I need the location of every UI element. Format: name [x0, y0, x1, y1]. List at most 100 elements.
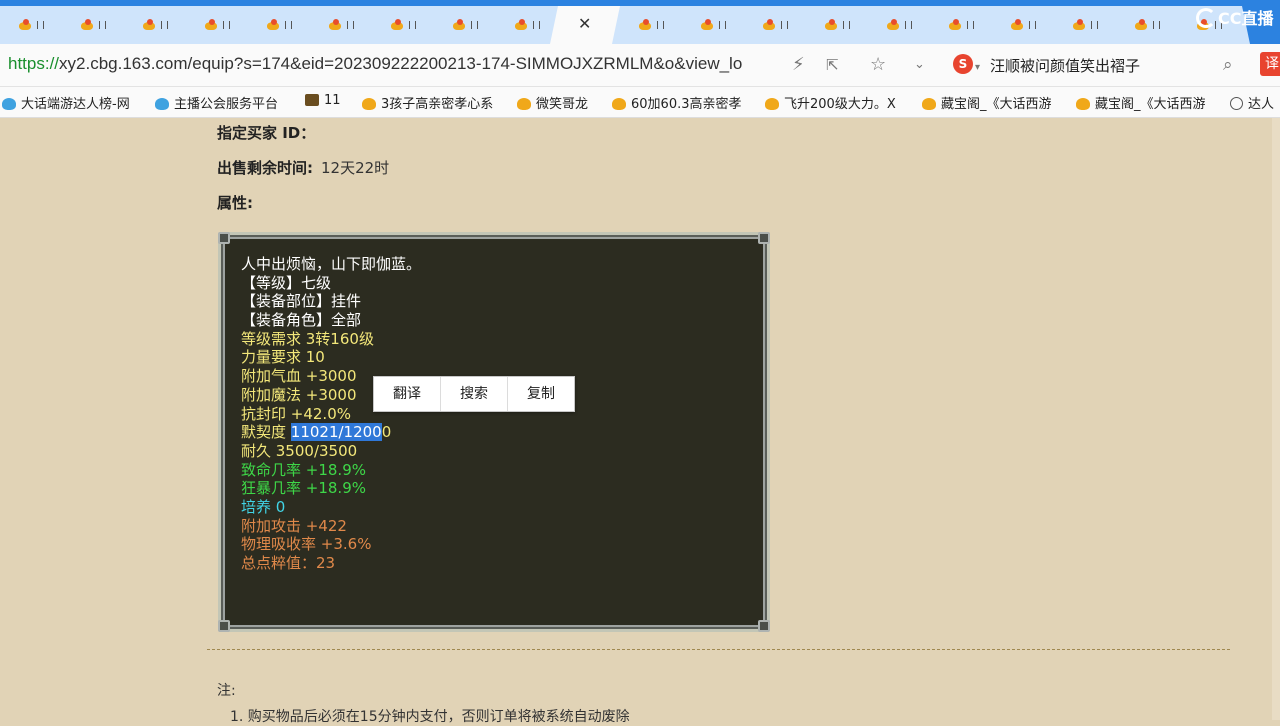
- note-item: 1. 购买物品后必须在15分钟内支付，否则订单将被系统自动废除: [230, 709, 630, 725]
- bookmark-item[interactable]: 11: [305, 93, 341, 108]
- remaining-time-value: 12天22时: [321, 159, 390, 177]
- attribute-line: 附加攻击 +422: [241, 516, 347, 535]
- selected-text[interactable]: 11021/1200: [290, 423, 382, 442]
- attribute-line: 致命几率 +18.9%: [241, 460, 366, 479]
- tab-mute-icon: [843, 21, 850, 29]
- search-engine-icon[interactable]: S: [953, 54, 973, 74]
- bookmark-label: 飞升200级大力。X: [784, 97, 896, 112]
- attribute-line: 等级需求 3转160级: [241, 329, 374, 348]
- copy-menu-item[interactable]: 复制: [508, 377, 574, 411]
- panel-corner: [218, 232, 230, 244]
- tab-mute-icon: [1029, 21, 1036, 29]
- chevron-down-icon[interactable]: ⌄: [914, 55, 925, 75]
- tab-mute-icon: [1091, 21, 1098, 29]
- game-character-icon: [701, 19, 717, 31]
- game-character-icon: [391, 19, 407, 31]
- close-tab-icon[interactable]: ✕: [578, 16, 591, 32]
- game-character-icon: [949, 19, 965, 31]
- translate-button[interactable]: 译: [1260, 52, 1280, 76]
- tab-mute-icon: [719, 21, 726, 29]
- tab-mute-icon: [905, 21, 912, 29]
- lightning-icon[interactable]: ⚡: [792, 55, 805, 75]
- bookmark-item[interactable]: 60加60.3高亲密孝: [612, 93, 742, 112]
- buyer-id-row: 指定买家 ID：: [217, 122, 315, 143]
- tab-mute-icon: [99, 21, 106, 29]
- bookmark-favicon: [305, 94, 319, 106]
- cc-live-logo: CC直播: [1190, 0, 1280, 38]
- share-icon[interactable]: ⇱: [826, 55, 839, 75]
- game-character-icon: [1011, 19, 1027, 31]
- search-icon[interactable]: ⌕: [1223, 55, 1233, 75]
- address-bar: https://xy2.cbg.163.com/equip?s=174&eid=…: [0, 44, 1280, 87]
- game-character-icon: [205, 19, 221, 31]
- remaining-time-row: 出售剩余时间: 12天22时: [217, 157, 389, 178]
- bookmark-label: 11: [324, 93, 341, 108]
- tab-mute-icon: [471, 21, 478, 29]
- bookmark-label: 藏宝阁_《大话西游: [1095, 97, 1206, 112]
- tab-mute-icon: [409, 21, 416, 29]
- attribute-line: 耐久 3500/3500: [241, 441, 358, 460]
- bookmark-favicon: [362, 98, 376, 110]
- selection-context-menu: 翻译 搜索 复制: [373, 376, 575, 412]
- engine-dropdown-icon[interactable]: ▾: [975, 58, 980, 78]
- attribute-line: 【装备部位】挂件: [241, 292, 362, 311]
- bookmark-item[interactable]: 藏宝阁_《大话西游: [922, 93, 1052, 112]
- bookmark-label: 3孩子高亲密孝心系: [381, 97, 494, 112]
- bookmark-label: 微笑哥龙: [536, 97, 589, 112]
- game-character-icon: [639, 19, 655, 31]
- attributes-row: 属性:: [217, 192, 253, 213]
- game-character-icon: [329, 19, 345, 31]
- game-character-icon: [143, 19, 159, 31]
- attribute-line: 狂暴几率 +18.9%: [241, 479, 366, 498]
- url-field[interactable]: https://xy2.cbg.163.com/equip?s=174&eid=…: [8, 54, 742, 74]
- bookmark-label: 达人: [1248, 97, 1275, 112]
- panel-corner: [758, 620, 770, 632]
- attribute-list: 人中出烦恼，山下即伽蓝。 【等级】七级 【装备部位】挂件 【装备角色】全部 等级需求 3…: [241, 255, 421, 573]
- bookmark-favicon: [765, 98, 779, 110]
- bookmarks-bar: 大话端游达人榜-网 主播公会服务平台 11 3孩子高亲密孝心系 微笑哥龙 60加60.3高…: [0, 87, 1280, 118]
- scrollbar[interactable]: [1272, 118, 1280, 720]
- bookmark-favicon: [922, 98, 936, 110]
- game-character-icon: [763, 19, 779, 31]
- attributes-label: 属性:: [217, 194, 253, 212]
- url-path: xy2.cbg.163.com/equip?s=174&eid=20230922…: [59, 54, 743, 73]
- bookmark-item[interactable]: 达人: [1230, 93, 1274, 112]
- translate-menu-item[interactable]: 翻译: [374, 377, 440, 411]
- star-bookmark-icon[interactable]: ☆: [870, 55, 886, 75]
- attribute-line: 培养 0: [241, 497, 286, 516]
- bookmark-favicon: [2, 98, 16, 110]
- tab-mute-icon: [1153, 21, 1160, 29]
- tab-mute-icon: [161, 21, 168, 29]
- game-character-icon: [825, 19, 841, 31]
- bookmark-item[interactable]: 3孩子高亲密孝心系: [362, 93, 493, 112]
- remaining-time-label: 出售剩余时间:: [217, 159, 313, 177]
- bookmark-label: 主播公会服务平台: [174, 97, 279, 112]
- tab-mute-icon: [285, 21, 292, 29]
- bookmark-item[interactable]: 大话端游达人榜-网: [2, 93, 130, 112]
- browser-tab-strip: ✕ CC直播: [0, 0, 1280, 44]
- bookmark-favicon: [1076, 98, 1090, 110]
- attribute-line: 【装备角色】全部: [241, 311, 362, 330]
- bookmark-favicon: [517, 98, 531, 110]
- section-divider: [207, 649, 1230, 650]
- tab-mute-icon: [347, 21, 354, 29]
- attribute-line: 力量要求 10: [241, 348, 325, 367]
- tab-mute-icon: [967, 21, 974, 29]
- bookmark-item[interactable]: 藏宝阁_《大话西游: [1076, 93, 1206, 112]
- notes-title: 注:: [217, 683, 236, 699]
- bookmark-item[interactable]: 微笑哥龙: [517, 93, 588, 112]
- attribute-line: 默契度 11021/12000: [241, 423, 421, 442]
- game-character-icon: [1135, 19, 1151, 31]
- attribute-text: 0: [381, 423, 392, 442]
- panel-corner: [758, 232, 770, 244]
- bookmark-item[interactable]: 主播公会服务平台: [155, 93, 278, 112]
- game-character-icon: [1073, 19, 1089, 31]
- hot-search-text[interactable]: 汪顺被问颜值笑出褶子: [990, 55, 1140, 76]
- bookmark-favicon: [155, 98, 169, 110]
- tab-mute-icon: [533, 21, 540, 29]
- search-menu-item[interactable]: 搜索: [441, 377, 507, 411]
- attribute-text: 默契度: [241, 423, 291, 442]
- bookmark-item[interactable]: 飞升200级大力。X: [765, 93, 896, 112]
- attribute-line: 人中出烦恼，山下即伽蓝。: [241, 255, 422, 273]
- bookmark-favicon: [612, 98, 626, 110]
